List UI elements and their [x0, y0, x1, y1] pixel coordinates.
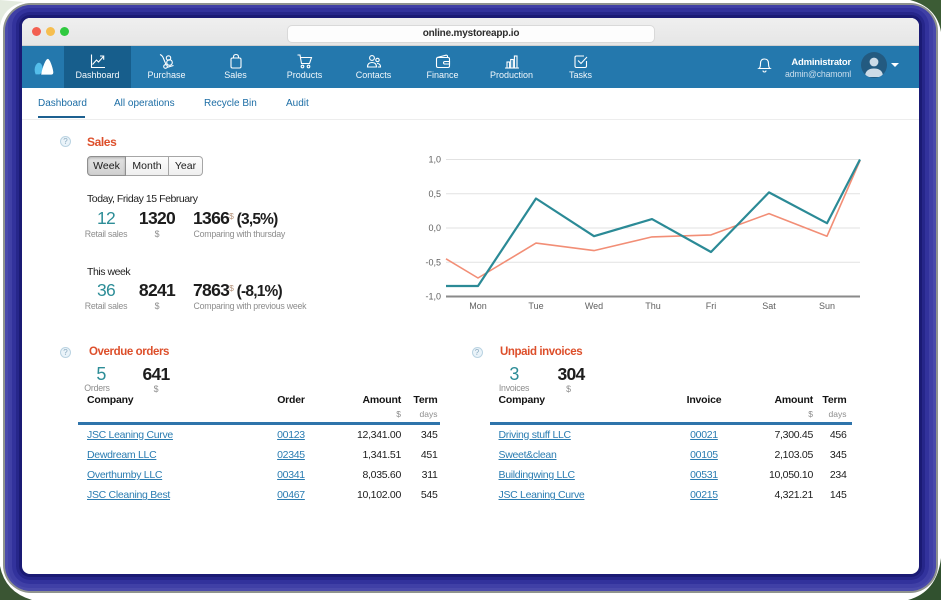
svg-text:Fri: Fri	[706, 301, 717, 311]
svg-text:Sun: Sun	[819, 301, 835, 311]
svg-text:Tue: Tue	[528, 301, 543, 311]
svg-text:1,0: 1,0	[428, 155, 441, 165]
svg-text:0,5: 0,5	[428, 189, 441, 199]
svg-text:0,0: 0,0	[428, 223, 441, 233]
svg-text:Wed: Wed	[585, 301, 603, 311]
svg-text:Thu: Thu	[645, 301, 661, 311]
svg-text:-0,5: -0,5	[425, 257, 441, 267]
svg-text:-1,0: -1,0	[425, 292, 441, 302]
svg-text:Sat: Sat	[762, 301, 776, 311]
svg-text:Mon: Mon	[469, 301, 487, 311]
